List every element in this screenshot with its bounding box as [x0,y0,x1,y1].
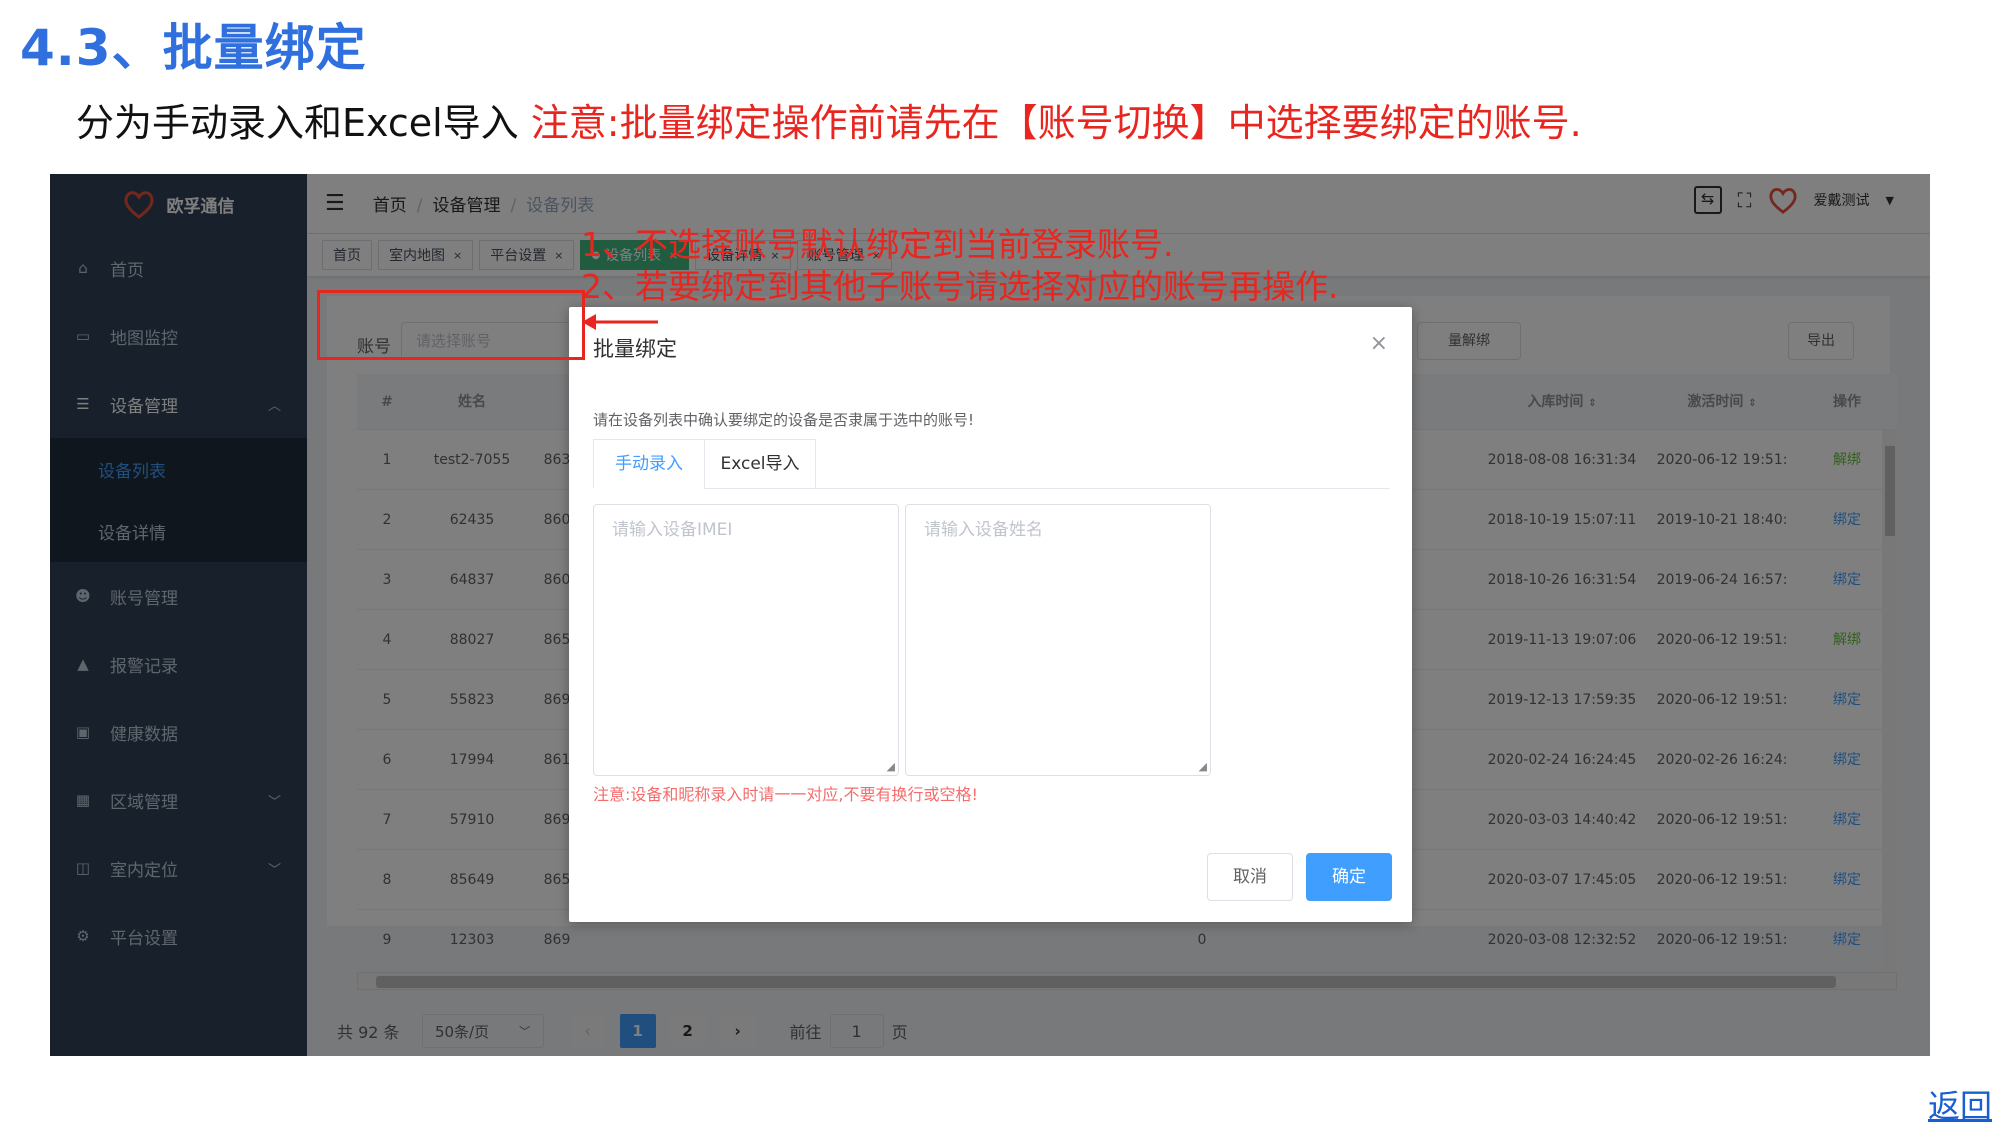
confirm-button[interactable]: 确定 [1306,853,1392,901]
back-link[interactable]: 返回 [1928,1081,1992,1127]
imei-textarea[interactable]: 请输入设备IMEI ◢ [593,504,899,776]
dialog-note: 注意:设备和昵称录入时请一一对应,不要有换行或空格! [593,785,978,804]
section-subtitle: 分为手动录入和Excel导入 注意:批量绑定操作前请先在【账号切换】中选择要绑定… [76,92,1582,147]
batch-bind-dialog: 批量绑定 × 请在设备列表中确认要绑定的设备是否隶属于选中的账号! 手动录入 E… [569,307,1412,922]
cancel-button[interactable]: 取消 [1207,853,1293,901]
annotation-line-2: 2、若要绑定到其他子账号请选择对应的账号再操作. [581,267,1339,306]
app-screenshot: 欧孚通信 ⌂首页 ▭地图监控 ☰设备管理︿ 设备列表 设备详情 ☻账号管理 ▲报… [50,174,1930,1056]
tab-manual-entry[interactable]: 手动录入 [593,439,705,489]
close-icon[interactable]: × [1370,331,1388,356]
resize-grip-icon[interactable]: ◢ [887,760,895,773]
annotation-line-1: 1、不选择账号默认绑定到当前登录账号. [581,225,1174,264]
resize-grip-icon[interactable]: ◢ [1199,760,1207,773]
dialog-tip: 请在设备列表中确认要绑定的设备是否隶属于选中的账号! [593,411,975,429]
subtitle-warning: 注意:批量绑定操作前请先在【账号切换】中选择要绑定的账号. [530,101,1582,145]
imei-placeholder: 请输入设备IMEI [612,520,733,540]
tab-excel-import[interactable]: Excel导入 [704,439,816,489]
subtitle-text: 分为手动录入和Excel导入 [76,101,519,145]
name-textarea[interactable]: 请输入设备姓名 ◢ [905,504,1211,776]
dialog-tabs: 手动录入 Excel导入 [593,439,1390,489]
annotation-box [317,290,585,360]
page-heading: 4.3、批量绑定 [20,19,367,77]
name-placeholder: 请输入设备姓名 [924,520,1043,540]
annotation-arrow [582,314,658,330]
